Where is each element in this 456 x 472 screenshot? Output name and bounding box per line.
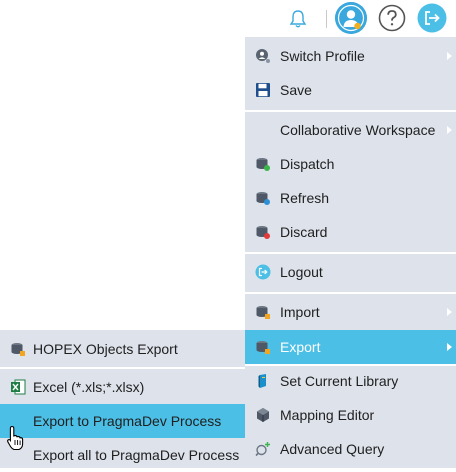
menu-item-label: Logout xyxy=(280,264,323,280)
submenu-item-hopex-objects-export[interactable]: HOPEX Objects Export xyxy=(0,332,245,366)
menu-item-dispatch[interactable]: Dispatch xyxy=(245,147,456,181)
submenu-arrow-icon xyxy=(447,126,452,134)
advanced-query-icon xyxy=(255,442,270,457)
menu-item-label: Refresh xyxy=(280,190,330,206)
save-icon xyxy=(256,83,270,97)
mapping-editor-icon xyxy=(257,408,269,422)
hopex-export-icon xyxy=(11,343,25,356)
menu-item-import[interactable]: Import xyxy=(245,295,456,329)
excel-icon xyxy=(11,379,26,395)
bell-icon[interactable] xyxy=(287,8,309,30)
logout-icon[interactable] xyxy=(417,3,447,33)
menu-item-logout[interactable]: Logout xyxy=(245,255,456,289)
discard-icon xyxy=(256,226,270,239)
menu-item-label: Advanced Query xyxy=(280,441,385,457)
submenu-arrow-icon xyxy=(447,343,452,351)
submenu-item-label: Excel (*.xls;*.xlsx) xyxy=(33,379,145,395)
help-icon[interactable] xyxy=(377,3,407,33)
hand-pointer-icon xyxy=(7,425,24,451)
menu-item-label: Mapping Editor xyxy=(280,407,375,423)
submenu-item-label: HOPEX Objects Export xyxy=(33,341,178,357)
export-submenu: HOPEX Objects Export Excel (*.xls;*.xlsx… xyxy=(0,330,245,468)
library-icon xyxy=(258,374,266,388)
submenu-item-label: Export to PragmaDev Process xyxy=(33,413,222,429)
menu-item-label: Discard xyxy=(280,224,328,240)
menu-item-switch-profile[interactable]: Switch Profile xyxy=(245,39,456,73)
menu-divider xyxy=(245,292,456,294)
menu-item-mapping-editor[interactable]: Mapping Editor xyxy=(245,398,456,432)
menu-item-label: Set Current Library xyxy=(280,373,399,389)
menu-item-label: Dispatch xyxy=(280,156,335,172)
menu-item-label: Switch Profile xyxy=(280,48,365,64)
submenu-item-export-all-to-pragmadev-process[interactable]: Export all to PragmaDev Process xyxy=(0,438,245,472)
menu-item-label: Collaborative Workspace xyxy=(280,122,436,138)
menu-item-label: Export xyxy=(280,339,321,355)
menu-item-save[interactable]: Save xyxy=(245,73,456,107)
switch-profile-icon xyxy=(256,49,270,63)
logout-icon xyxy=(255,264,271,280)
menu-divider xyxy=(245,110,456,112)
top-toolbar xyxy=(0,0,456,36)
submenu-arrow-icon xyxy=(447,52,452,60)
menu-item-discard[interactable]: Discard xyxy=(245,215,456,249)
menu-item-export[interactable]: Export xyxy=(245,330,456,364)
submenu-item-excel[interactable]: Excel (*.xls;*.xlsx) xyxy=(0,370,245,404)
menu-item-collaborative-workspace[interactable]: Collaborative Workspace xyxy=(245,113,456,147)
submenu-arrow-icon xyxy=(447,308,452,316)
submenu-divider xyxy=(0,367,245,369)
toolbar-divider xyxy=(326,10,327,28)
menu-item-refresh[interactable]: Refresh xyxy=(245,181,456,215)
import-icon xyxy=(256,306,270,319)
menu-divider xyxy=(245,252,456,254)
user-avatar-icon[interactable] xyxy=(335,2,367,34)
menu-item-advanced-query[interactable]: Advanced Query xyxy=(245,432,456,466)
menu-item-label: Import xyxy=(280,304,320,320)
export-icon xyxy=(256,341,270,354)
user-menu: Switch Profile Save Collaborative Worksp… xyxy=(245,37,456,468)
menu-item-set-current-library[interactable]: Set Current Library xyxy=(245,364,456,398)
menu-item-label: Save xyxy=(280,82,312,98)
submenu-item-export-to-pragmadev-process[interactable]: Export to PragmaDev Process xyxy=(0,404,245,438)
refresh-icon xyxy=(256,192,270,205)
dispatch-icon xyxy=(256,158,270,171)
submenu-item-label: Export all to PragmaDev Process xyxy=(33,447,240,463)
